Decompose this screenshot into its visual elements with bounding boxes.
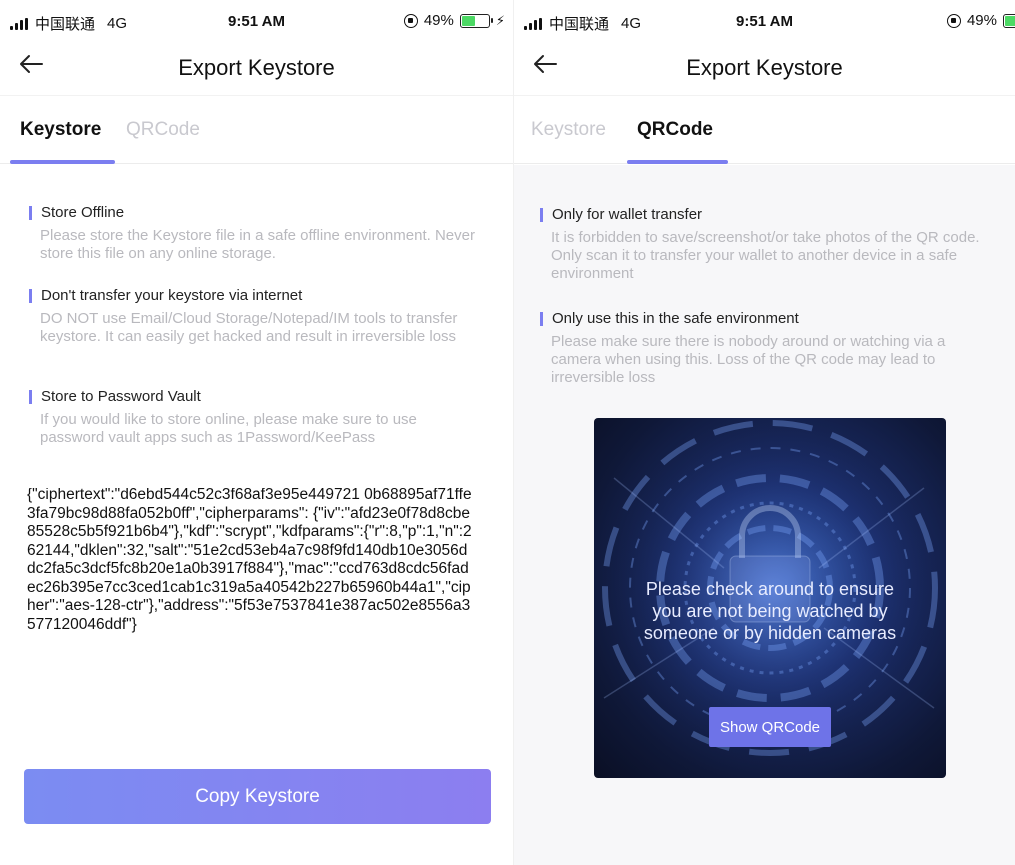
- section-store-offline: Store Offline Please store the Keystore …: [29, 203, 483, 263]
- status-bar: 中国联通 4G 9:51 AM 49%: [514, 0, 1015, 44]
- section-title: Store Offline: [29, 203, 483, 223]
- copy-keystore-button[interactable]: Copy Keystore: [24, 769, 491, 824]
- battery-icon: [1003, 13, 1015, 28]
- section-desc: DO NOT use Email/Cloud Storage/Notepad/I…: [40, 310, 458, 345]
- section-desc: It is forbidden to save/screenshot/or ta…: [551, 229, 980, 282]
- section-wallet-transfer: Only for wallet transfer It is forbidden…: [540, 205, 985, 283]
- orientation-lock-icon: [403, 13, 418, 28]
- section-title: Only for wallet transfer: [540, 205, 985, 225]
- section-title: Don't transfer your keystore via interne…: [29, 286, 483, 306]
- tab-bar: Keystore QRCode: [0, 97, 513, 164]
- nav-bar: Export Keystore: [0, 44, 513, 96]
- charging-icon: ⚡: [495, 12, 505, 28]
- tab-qrcode[interactable]: QRCode: [126, 119, 200, 141]
- qrcode-screen: 中国联通 4G 9:51 AM 49% Export Keystore Keys…: [514, 0, 1015, 865]
- page-title: Export Keystore: [178, 55, 335, 80]
- section-safe-environment: Only use this in the safe environment Pl…: [540, 309, 985, 387]
- section-desc: Please make sure there is nobody around …: [551, 333, 946, 386]
- keystore-json[interactable]: {"ciphertext":"d6ebd544c52c3f68af3e95e44…: [27, 488, 486, 634]
- section-title: Store to Password Vault: [29, 387, 483, 407]
- privacy-warning-text: Please check around to ensure you are no…: [643, 579, 897, 643]
- orientation-lock-icon: [946, 13, 961, 28]
- section-title: Only use this in the safe environment: [540, 309, 985, 329]
- section-password-vault: Store to Password Vault If you would lik…: [29, 387, 483, 447]
- keystore-screen: 中国联通 4G 9:51 AM 49% ⚡ Export Keystore Ke…: [0, 0, 513, 865]
- tab-bar: Keystore QRCode: [514, 97, 1015, 164]
- tab-keystore[interactable]: Keystore: [531, 119, 606, 141]
- active-tab-indicator: [10, 160, 115, 164]
- tab-qrcode[interactable]: QRCode: [637, 119, 713, 141]
- status-bar: 中国联通 4G 9:51 AM 49% ⚡: [0, 0, 513, 44]
- page-title: Export Keystore: [686, 55, 843, 80]
- keystore-text-box[interactable]: {"ciphertext":"d6ebd544c52c3f68af3e95e44…: [27, 488, 486, 716]
- active-tab-indicator: [627, 160, 728, 164]
- battery-info: 49%: [946, 12, 1015, 29]
- section-no-internet-transfer: Don't transfer your keystore via interne…: [29, 286, 483, 346]
- section-desc: Please store the Keystore file in a safe…: [40, 227, 475, 262]
- nav-bar: Export Keystore: [514, 44, 1015, 96]
- battery-percent: 49%: [966, 12, 997, 29]
- battery-percent: 49%: [423, 12, 454, 29]
- battery-info: 49% ⚡: [403, 12, 505, 29]
- show-qrcode-button[interactable]: Show QRCode: [709, 707, 831, 747]
- section-desc: If you would like to store online, pleas…: [40, 411, 417, 446]
- status-time: 9:51 AM: [736, 13, 793, 30]
- battery-icon: [459, 13, 493, 28]
- qrcode-privacy-card: Please check around to ensure you are no…: [594, 418, 946, 778]
- tab-keystore[interactable]: Keystore: [20, 119, 101, 141]
